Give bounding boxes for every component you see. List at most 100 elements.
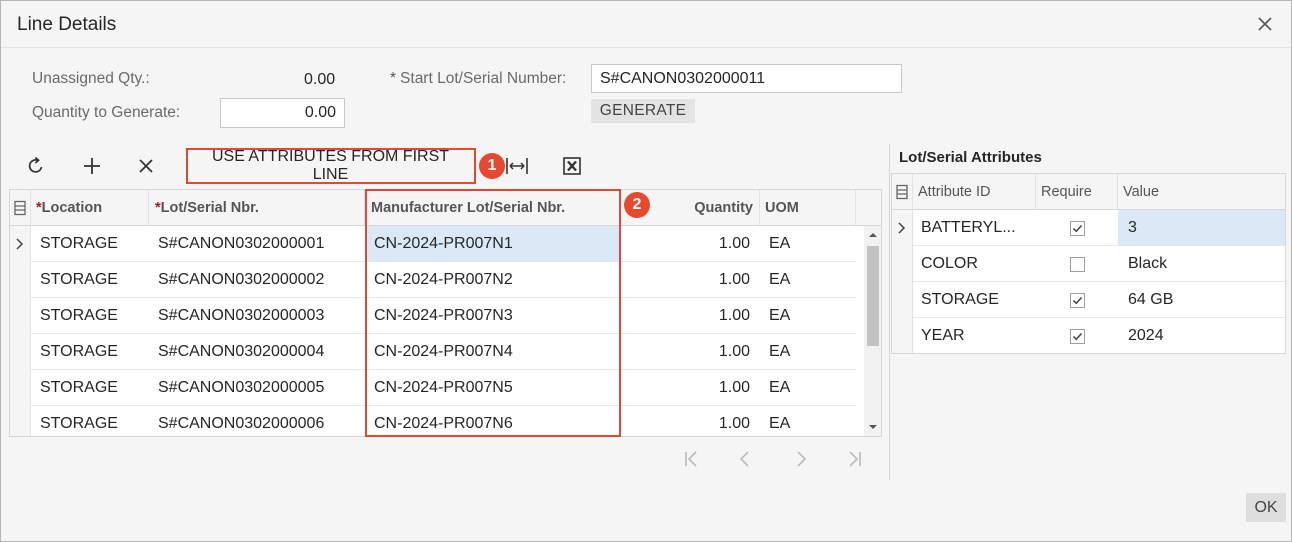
- lot-serial-cell[interactable]: S#CANON0302000004: [149, 334, 365, 370]
- attribute-id-cell[interactable]: BATTERYL...: [913, 210, 1036, 246]
- uom-cell[interactable]: EA: [760, 262, 856, 298]
- column-header-value[interactable]: Value: [1118, 174, 1285, 210]
- row-selector[interactable]: [892, 282, 913, 318]
- uom-cell[interactable]: EA: [760, 298, 856, 334]
- generate-button[interactable]: GENERATE: [591, 99, 695, 123]
- column-header-uom[interactable]: UOM: [760, 190, 856, 226]
- refresh-button[interactable]: [24, 154, 48, 178]
- attribute-row[interactable]: STORAGE 64 GB: [892, 282, 1285, 318]
- row-selector[interactable]: [10, 298, 31, 334]
- required-checkbox[interactable]: [1069, 220, 1085, 236]
- quantity-cell[interactable]: 1.00: [621, 262, 760, 298]
- required-cell[interactable]: [1036, 282, 1118, 318]
- grid-vertical-scrollbar[interactable]: [864, 226, 881, 436]
- unassigned-qty-label: Unassigned Qty.:: [32, 70, 150, 87]
- start-lot-input[interactable]: S#CANON0302000011: [591, 64, 902, 93]
- uom-cell[interactable]: EA: [760, 334, 856, 370]
- lot-serial-cell[interactable]: S#CANON0302000002: [149, 262, 365, 298]
- quantity-to-generate-input[interactable]: 0.00: [220, 98, 345, 128]
- location-cell[interactable]: STORAGE: [31, 226, 149, 262]
- quantity-cell[interactable]: 1.00: [621, 226, 760, 262]
- manufacturer-lot-cell[interactable]: CN-2024-PR007N4: [365, 334, 621, 370]
- add-row-button[interactable]: [80, 154, 104, 178]
- column-header-lot-serial[interactable]: * Lot/Serial Nbr.: [149, 190, 365, 226]
- attribute-value-cell[interactable]: 64 GB: [1118, 282, 1285, 318]
- lot-serial-cell[interactable]: S#CANON0302000003: [149, 298, 365, 334]
- quantity-to-generate-value: 0.00: [304, 104, 336, 121]
- table-row[interactable]: STORAGE S#CANON0302000006 CN-2024-PR007N6 1…: [10, 406, 856, 436]
- row-selector[interactable]: [10, 262, 31, 298]
- attribute-row[interactable]: COLOR Black: [892, 246, 1285, 282]
- manufacturer-lot-cell[interactable]: CN-2024-PR007N5: [365, 370, 621, 406]
- quantity-cell[interactable]: 1.00: [621, 406, 760, 436]
- close-button[interactable]: [1253, 12, 1277, 36]
- required-cell[interactable]: [1036, 210, 1118, 246]
- column-settings-button[interactable]: [10, 190, 31, 226]
- lot-serial-cell[interactable]: S#CANON0302000005: [149, 370, 365, 406]
- checkmark-icon: [1072, 224, 1082, 232]
- pager-last-button[interactable]: [843, 447, 867, 471]
- manufacturer-lot-cell[interactable]: CN-2024-PR007N3: [365, 298, 621, 334]
- delete-row-button[interactable]: [134, 154, 158, 178]
- scrollbar-thumb[interactable]: [867, 246, 879, 346]
- attribute-id-cell[interactable]: YEAR: [913, 318, 1036, 353]
- scroll-up-icon: [869, 233, 877, 237]
- excel-icon: [563, 157, 581, 175]
- column-header-location[interactable]: * Location: [31, 190, 149, 226]
- attribute-id-cell[interactable]: COLOR: [913, 246, 1036, 282]
- quantity-cell[interactable]: 1.00: [621, 298, 760, 334]
- callout-1-badge: 1: [479, 153, 505, 179]
- pager-next-button[interactable]: [789, 447, 813, 471]
- grid-header: * Location * Lot/Serial Nbr. Manufacturer …: [10, 190, 881, 226]
- required-checkbox[interactable]: [1069, 292, 1085, 308]
- row-selector[interactable]: [10, 226, 31, 262]
- manufacturer-lot-cell[interactable]: CN-2024-PR007N6: [365, 406, 621, 436]
- table-row[interactable]: STORAGE S#CANON0302000001 CN-2024-PR007N1 1…: [10, 226, 856, 262]
- row-selector[interactable]: [10, 406, 31, 436]
- required-checkbox[interactable]: [1069, 328, 1085, 344]
- location-cell[interactable]: STORAGE: [31, 334, 149, 370]
- row-selector[interactable]: [892, 246, 913, 282]
- required-checkbox[interactable]: [1069, 256, 1085, 272]
- fit-columns-button[interactable]: [505, 154, 529, 178]
- use-attributes-from-first-line-button[interactable]: USE ATTRIBUTES FROM FIRST LINE: [186, 148, 476, 184]
- table-row[interactable]: STORAGE S#CANON0302000003 CN-2024-PR007N3 1…: [10, 298, 856, 334]
- column-header-required[interactable]: Require: [1036, 174, 1118, 210]
- table-row[interactable]: STORAGE S#CANON0302000004 CN-2024-PR007N4 1…: [10, 334, 856, 370]
- lot-serial-cell[interactable]: S#CANON0302000001: [149, 226, 365, 262]
- location-cell[interactable]: STORAGE: [31, 370, 149, 406]
- attributes-column-settings-button[interactable]: [892, 174, 913, 210]
- attribute-value-cell[interactable]: Black: [1118, 246, 1285, 282]
- table-row[interactable]: STORAGE S#CANON0302000002 CN-2024-PR007N2 1…: [10, 262, 856, 298]
- attribute-value-cell[interactable]: 3: [1118, 210, 1285, 246]
- uom-cell[interactable]: EA: [760, 370, 856, 406]
- required-cell[interactable]: [1036, 318, 1118, 353]
- quantity-cell[interactable]: 1.00: [621, 370, 760, 406]
- location-cell[interactable]: STORAGE: [31, 298, 149, 334]
- column-header-attribute-id[interactable]: Attribute ID: [913, 174, 1036, 210]
- manufacturer-lot-cell[interactable]: CN-2024-PR007N1: [365, 226, 621, 262]
- row-selector[interactable]: [892, 318, 913, 353]
- lot-serial-cell[interactable]: S#CANON0302000006: [149, 406, 365, 436]
- column-header-manufacturer-lot[interactable]: Manufacturer Lot/Serial Nbr.: [365, 190, 621, 226]
- pager-previous-button[interactable]: [733, 447, 757, 471]
- uom-cell[interactable]: EA: [760, 406, 856, 436]
- quantity-cell[interactable]: 1.00: [621, 334, 760, 370]
- row-selector[interactable]: [10, 370, 31, 406]
- row-selector[interactable]: [892, 210, 913, 246]
- uom-cell[interactable]: EA: [760, 226, 856, 262]
- pager-first-button[interactable]: [679, 447, 703, 471]
- ok-button[interactable]: OK: [1246, 493, 1286, 522]
- location-cell[interactable]: STORAGE: [31, 406, 149, 436]
- attribute-row[interactable]: BATTERYL... 3: [892, 210, 1285, 246]
- quantity-to-generate-label: Quantity to Generate:: [32, 104, 181, 121]
- export-excel-button[interactable]: [560, 154, 584, 178]
- row-selector[interactable]: [10, 334, 31, 370]
- attribute-id-cell[interactable]: STORAGE: [913, 282, 1036, 318]
- attribute-value-cell[interactable]: 2024: [1118, 318, 1285, 353]
- table-row[interactable]: STORAGE S#CANON0302000005 CN-2024-PR007N5 1…: [10, 370, 856, 406]
- manufacturer-lot-cell[interactable]: CN-2024-PR007N2: [365, 262, 621, 298]
- attribute-row[interactable]: YEAR 2024: [892, 318, 1285, 353]
- location-cell[interactable]: STORAGE: [31, 262, 149, 298]
- required-cell[interactable]: [1036, 246, 1118, 282]
